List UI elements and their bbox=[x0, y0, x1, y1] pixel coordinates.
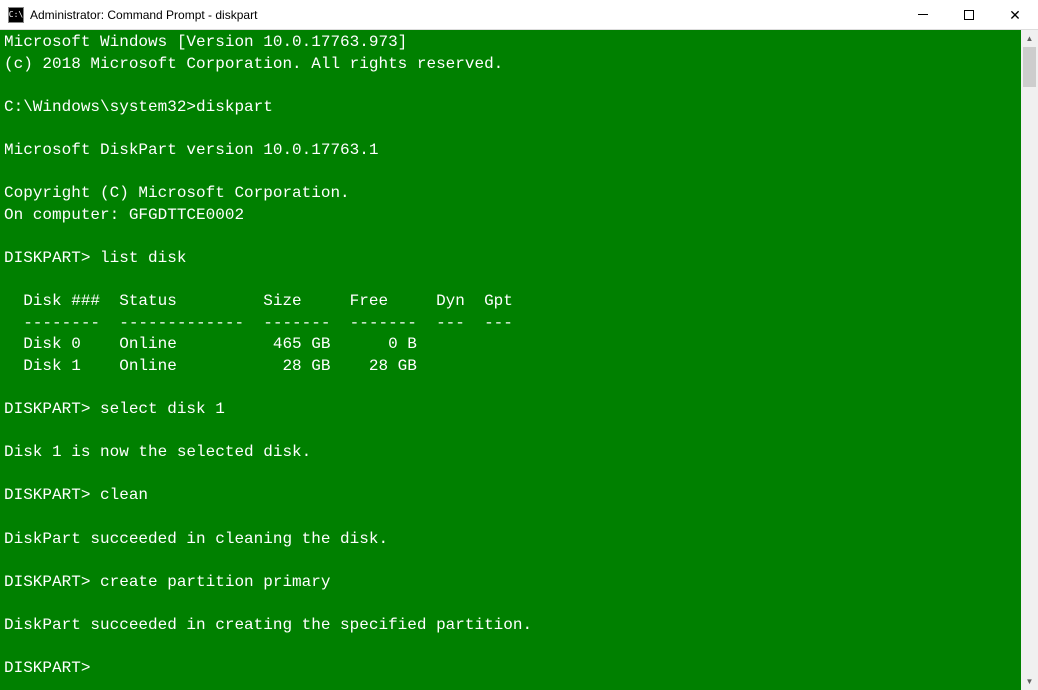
close-icon: ✕ bbox=[1009, 8, 1021, 22]
cmd-icon: C:\ bbox=[8, 7, 24, 23]
scrollbar-up-arrow[interactable]: ▲ bbox=[1021, 30, 1038, 47]
window-controls: ✕ bbox=[900, 0, 1038, 29]
scrollbar-down-arrow[interactable]: ▼ bbox=[1021, 673, 1038, 690]
scrollbar-thumb[interactable] bbox=[1023, 47, 1036, 87]
minimize-button[interactable] bbox=[900, 0, 946, 29]
maximize-button[interactable] bbox=[946, 0, 992, 29]
minimize-icon bbox=[918, 14, 928, 15]
scrollbar-track[interactable] bbox=[1021, 47, 1038, 673]
terminal-output[interactable]: Microsoft Windows [Version 10.0.17763.97… bbox=[0, 30, 1021, 690]
close-button[interactable]: ✕ bbox=[992, 0, 1038, 29]
window-title: Administrator: Command Prompt - diskpart bbox=[30, 8, 900, 22]
vertical-scrollbar[interactable]: ▲ ▼ bbox=[1021, 30, 1038, 690]
maximize-icon bbox=[964, 10, 974, 20]
titlebar: C:\ Administrator: Command Prompt - disk… bbox=[0, 0, 1038, 30]
terminal-container: Microsoft Windows [Version 10.0.17763.97… bbox=[0, 30, 1038, 690]
